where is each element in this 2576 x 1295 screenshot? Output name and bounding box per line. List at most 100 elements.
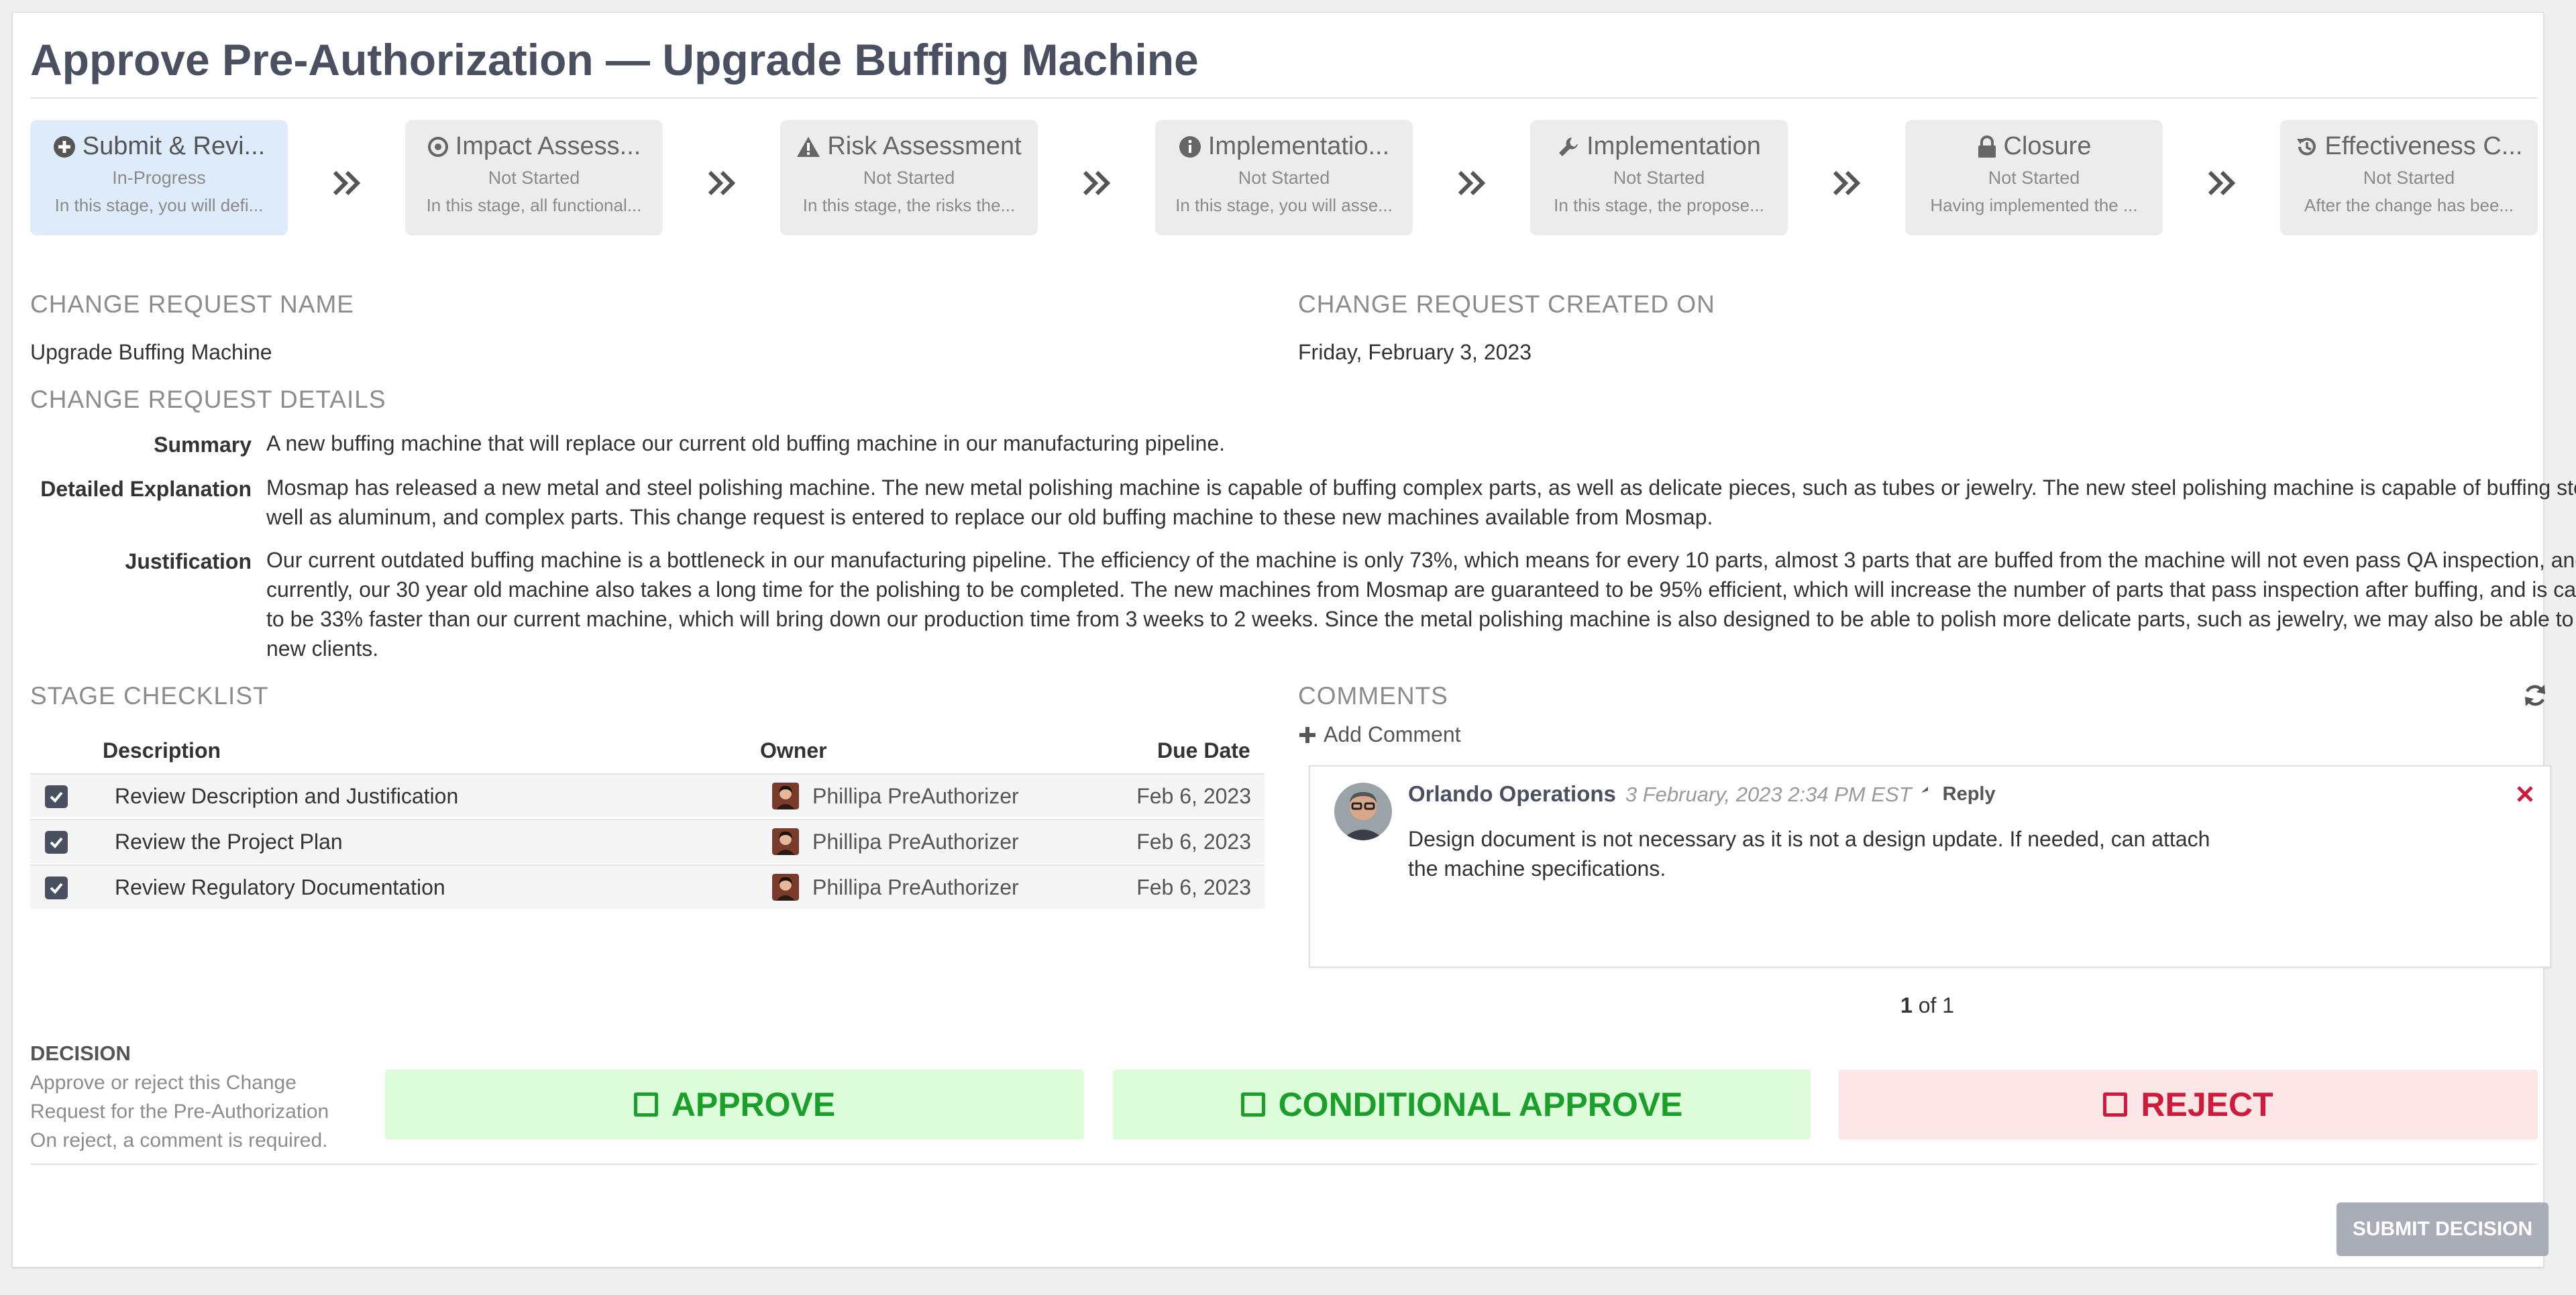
approve-label: APPROVE — [671, 1086, 836, 1123]
stage-risk-assessment[interactable]: Risk Assessment Not Started In this stag… — [780, 120, 1038, 235]
chevron-double-right-icon — [333, 170, 361, 196]
info-icon — [1179, 135, 1201, 158]
plus-icon — [1299, 726, 1316, 743]
stage-description: In this stage, you will defi... — [54, 195, 264, 215]
checklist-col-description: Description — [103, 738, 221, 763]
checked-checkbox[interactable] — [45, 785, 68, 808]
chevron-double-right-icon — [2208, 170, 2236, 196]
wrench-icon — [1559, 137, 1578, 156]
avatar — [1334, 783, 1392, 840]
checklist-heading: STAGE CHECKLIST — [30, 682, 269, 710]
approve-button[interactable]: APPROVE — [385, 1070, 1084, 1139]
comment-timestamp: 3 February, 2023 2:34 PM EST — [1625, 783, 1912, 806]
delete-comment-icon[interactable] — [2515, 784, 2535, 804]
stage-status: Not Started — [2363, 168, 2455, 188]
stage-status: Not Started — [488, 168, 580, 188]
request-name-value: Upgrade Buffing Machine — [30, 340, 272, 364]
checklist-owner[interactable]: Phillipa PreAuthorizer — [812, 784, 1019, 809]
reply-icon — [1921, 787, 1928, 793]
plus-circle-icon — [53, 135, 75, 158]
checkbox-icon — [2103, 1092, 2128, 1117]
history-icon — [2296, 137, 2316, 156]
stage-status: Not Started — [1613, 168, 1705, 188]
stage-status: Not Started — [863, 168, 955, 188]
conditional-approve-button[interactable]: CONDITIONAL APPROVE — [1113, 1070, 1811, 1139]
stage-status: Not Started — [1988, 168, 2080, 188]
stage-status: In-Progress — [112, 168, 206, 188]
checklist-col-due: Due Date — [1157, 738, 1250, 763]
stage-closure[interactable]: Closure Not Started Having implemented t… — [1905, 120, 2163, 235]
stage-name: Submit & Revi... — [82, 132, 266, 160]
justification-text: Our current outdated buffing machine is … — [266, 548, 2576, 661]
request-created-heading: CHANGE REQUEST CREATED ON — [1298, 290, 1715, 318]
pager-total: of 1 — [1912, 993, 1955, 1017]
chevron-double-right-icon — [1083, 170, 1111, 196]
stage-description: Having implemented the ... — [1930, 195, 2138, 215]
reject-button[interactable]: REJECT — [1839, 1070, 2538, 1139]
explanation-text: Mosmap has released a new metal and stee… — [266, 475, 2576, 529]
request-details-heading: CHANGE REQUEST DETAILS — [30, 386, 386, 413]
table-row: Review the Project Plan Phillipa PreAuth… — [30, 819, 1265, 863]
comment-card: Orlando Operations 3 February, 2023 2:34… — [1309, 765, 2551, 968]
checked-checkbox[interactable] — [45, 831, 68, 854]
stage-implementation-planning[interactable]: Implementatio... Not Started In this sta… — [1155, 120, 1413, 235]
checkmark-icon — [50, 791, 63, 803]
title-divider — [30, 97, 2538, 99]
chevron-double-right-icon — [708, 170, 736, 196]
lock-icon — [1978, 135, 1996, 158]
checklist-description: Review Description and Justification — [115, 784, 459, 808]
request-created-value: Friday, February 3, 2023 — [1298, 340, 1532, 364]
submit-decision-button[interactable]: SUBMIT DECISION — [2337, 1202, 2548, 1256]
explanation-label: Detailed Explanation — [40, 477, 252, 501]
owner-avatar — [772, 783, 799, 809]
page-card: Approve Pre-Authorization — Upgrade Buff… — [12, 12, 2576, 1268]
checklist-owner[interactable]: Phillipa PreAuthorizer — [812, 830, 1019, 854]
table-row: Review Description and Justification Phi… — [30, 773, 1265, 818]
chevron-double-right-icon — [1833, 170, 1861, 196]
stage-description: In this stage, all functional... — [426, 195, 642, 215]
checklist-description: Review the Project Plan — [115, 830, 343, 854]
stage-description: In this stage, the risks the... — [802, 195, 1016, 215]
checkmark-icon — [50, 883, 63, 894]
summary-text: A new buffing machine that will replace … — [266, 431, 1225, 455]
decision-help: Approve or reject this Change Request fo… — [30, 1072, 329, 1151]
stage-implementation[interactable]: Implementation Not Started In this stage… — [1530, 120, 1788, 235]
stage-submit-review[interactable]: Submit & Revi... In-Progress In this sta… — [30, 120, 288, 235]
stage-name: Impact Assess... — [455, 132, 641, 160]
stage-name: Closure — [2003, 132, 2092, 160]
owner-avatar — [772, 874, 799, 901]
warning-icon — [797, 136, 820, 157]
stage-status: Not Started — [1238, 168, 1330, 188]
comment-author[interactable]: Orlando Operations — [1408, 781, 1616, 807]
checklist-due-date: Feb 6, 2023 — [1136, 830, 1251, 854]
checklist-owner[interactable]: Phillipa PreAuthorizer — [812, 875, 1019, 900]
stage-name: Effectiveness C... — [2324, 132, 2523, 160]
conditional-approve-label: CONDITIONAL APPROVE — [1278, 1086, 1683, 1123]
add-comment-button[interactable]: Add Comment — [1298, 722, 1461, 747]
table-row: Review Regulatory Documentation Phillipa… — [30, 864, 1265, 909]
checklist-col-owner: Owner — [760, 738, 827, 763]
comments-pager: 1 of 1 — [1900, 993, 1954, 1018]
checklist-description: Review Regulatory Documentation — [115, 875, 445, 899]
owner-avatar — [772, 828, 799, 855]
refresh-icon[interactable] — [2522, 682, 2548, 709]
reply-label: Reply — [1942, 783, 1996, 805]
stage-impact-assessment[interactable]: Impact Assess... Not Started In this sta… — [405, 120, 663, 235]
checkbox-icon — [633, 1092, 658, 1117]
summary-label: Summary — [154, 433, 252, 457]
stage-description: In this stage, the propose... — [1554, 195, 1764, 215]
comment-text: Design document is not necessary as it i… — [1408, 827, 2210, 881]
checkmark-icon — [50, 837, 63, 848]
decision-divider — [30, 1164, 2538, 1165]
reply-button[interactable]: Reply — [1921, 783, 1996, 805]
decision-heading: DECISION — [30, 1041, 131, 1065]
target-icon — [427, 136, 448, 157]
stage-description: After the change has bee... — [2304, 195, 2514, 215]
checklist-due-date: Feb 6, 2023 — [1136, 875, 1251, 899]
checkbox-icon — [1240, 1092, 1265, 1117]
add-comment-label: Add Comment — [1324, 722, 1461, 746]
reject-label: REJECT — [2141, 1086, 2273, 1123]
checked-checkbox[interactable] — [45, 877, 68, 899]
stage-name: Risk Assessment — [827, 132, 1022, 160]
stage-effectiveness-check[interactable]: Effectiveness C... Not Started After the… — [2280, 120, 2538, 235]
